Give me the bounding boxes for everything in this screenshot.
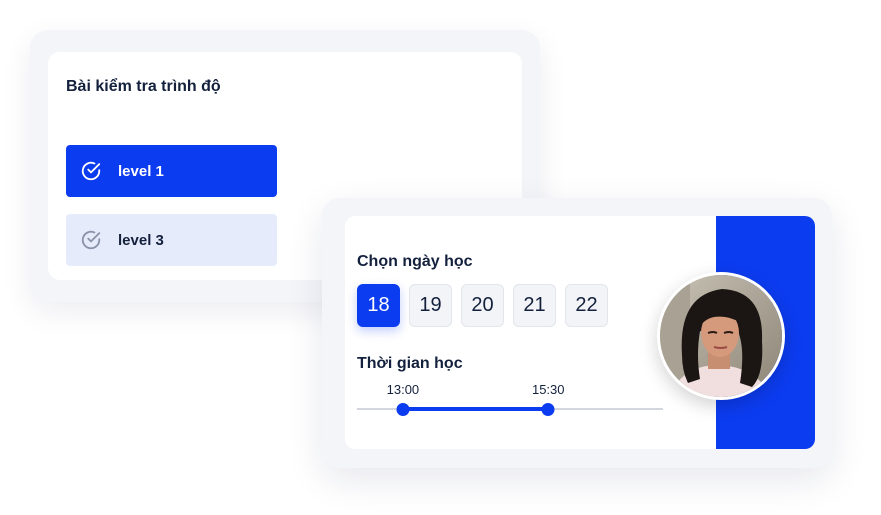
start-time-label: 13:00 bbox=[386, 382, 420, 397]
slider-range-fill bbox=[402, 407, 549, 411]
check-circle-icon bbox=[81, 161, 101, 181]
option-label: level 3 bbox=[118, 231, 164, 249]
end-time-label: 15:30 bbox=[531, 382, 565, 397]
date-chip-18[interactable]: 18 bbox=[357, 284, 400, 327]
option-label: level 1 bbox=[118, 162, 164, 180]
option-level-1[interactable]: level 1 bbox=[66, 145, 277, 197]
level-test-title: Bài kiểm tra trình độ bbox=[66, 78, 221, 95]
date-chip-21[interactable]: 21 bbox=[513, 284, 556, 327]
date-chip-19[interactable]: 19 bbox=[409, 284, 452, 327]
time-slider-title: Thời gian học bbox=[357, 355, 463, 372]
teacher-avatar bbox=[657, 272, 785, 400]
avatar-photo bbox=[660, 275, 782, 397]
start-time-handle[interactable] bbox=[396, 403, 410, 416]
date-picker: 18 19 20 21 22 bbox=[357, 284, 608, 327]
date-chip-20[interactable]: 20 bbox=[461, 284, 504, 327]
check-circle-icon bbox=[81, 230, 101, 250]
time-range-slider[interactable]: 13:00 15:30 bbox=[357, 378, 663, 418]
end-time-handle[interactable] bbox=[541, 403, 555, 416]
option-level-3[interactable]: level 3 bbox=[66, 214, 277, 266]
date-chip-22[interactable]: 22 bbox=[565, 284, 608, 327]
date-picker-title: Chọn ngày học bbox=[357, 253, 473, 270]
